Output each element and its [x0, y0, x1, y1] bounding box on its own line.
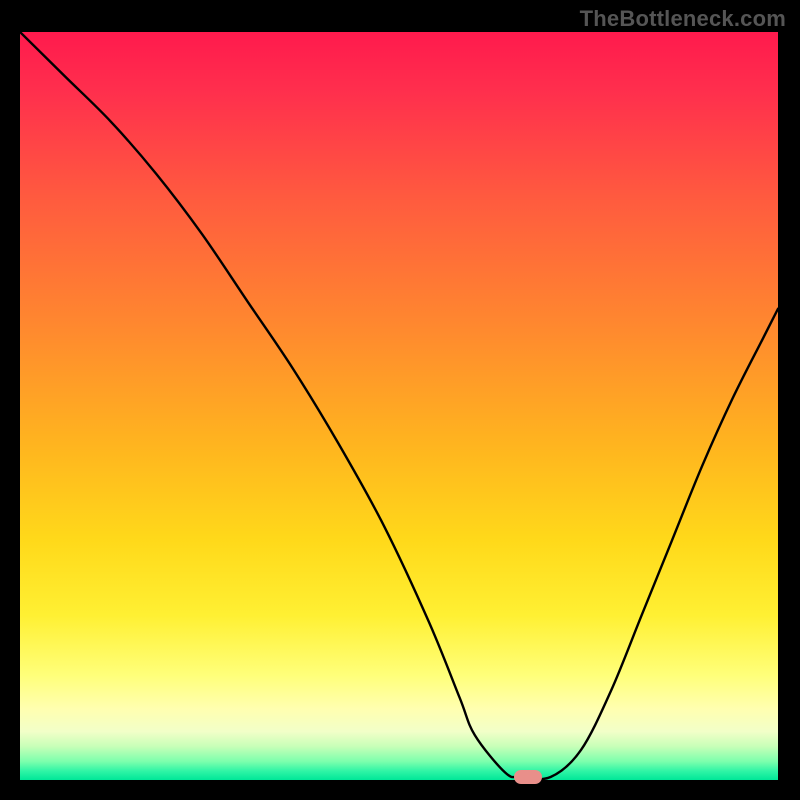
plot-area — [20, 32, 778, 780]
chart-frame: TheBottleneck.com — [0, 0, 800, 800]
optimal-point-marker — [514, 770, 542, 784]
attribution-text: TheBottleneck.com — [580, 6, 786, 32]
bottleneck-chart — [20, 32, 778, 780]
gradient-background — [20, 32, 778, 780]
